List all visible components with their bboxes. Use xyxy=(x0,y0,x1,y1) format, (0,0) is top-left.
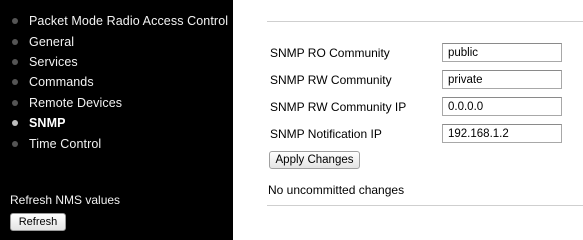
status-text: No uncommitted changes xyxy=(268,183,405,197)
bullet-icon xyxy=(12,18,18,25)
snmp-rw-community-ip-input[interactable] xyxy=(442,97,562,116)
sidebar-item-label: Services xyxy=(29,54,78,69)
sidebar-item-label: General xyxy=(29,34,75,49)
divider-bottom xyxy=(267,205,583,206)
snmp-ro-community-label: SNMP RO Community xyxy=(270,46,390,60)
snmp-notification-ip-label: SNMP Notification IP xyxy=(270,127,382,141)
bullet-icon xyxy=(12,79,18,86)
bullet-icon xyxy=(12,120,18,127)
bullet-icon xyxy=(12,38,18,45)
divider-top xyxy=(267,21,583,22)
snmp-ro-community-row: SNMP RO Community xyxy=(270,43,562,63)
snmp-ro-community-input[interactable] xyxy=(442,43,562,62)
sidebar-item-general[interactable]: General xyxy=(0,31,233,51)
sidebar-item-time-control[interactable]: Time Control xyxy=(0,133,233,153)
sidebar-item-label: Commands xyxy=(29,75,94,90)
sidebar-item-commands[interactable]: Commands xyxy=(0,72,233,92)
sidebar-item-label: Packet Mode Radio Access Control xyxy=(29,14,229,29)
snmp-rw-community-label: SNMP RW Community xyxy=(270,73,392,87)
refresh-button[interactable]: Refresh xyxy=(10,213,66,231)
apply-changes-button[interactable]: Apply Changes xyxy=(269,151,360,169)
sidebar-item-label: Time Control xyxy=(29,136,102,151)
bullet-icon xyxy=(12,140,18,147)
snmp-rw-community-input[interactable] xyxy=(442,70,562,89)
snmp-notification-ip-input[interactable] xyxy=(442,124,562,143)
sidebar-item-snmp[interactable]: SNMP xyxy=(0,113,233,133)
bullet-icon xyxy=(12,58,18,65)
sidebar-item-remote-devices[interactable]: Remote Devices xyxy=(0,93,233,113)
sidebar: Packet Mode Radio Access Control General… xyxy=(0,0,233,240)
sidebar-item-label: Remote Devices xyxy=(29,95,123,110)
snmp-rw-community-row: SNMP RW Community xyxy=(270,70,562,90)
main-panel: SNMP RO Community SNMP RW Community SNMP… xyxy=(233,0,583,240)
snmp-rw-community-ip-label: SNMP RW Community IP xyxy=(270,100,407,114)
sidebar-nav: Packet Mode Radio Access Control General… xyxy=(0,11,233,154)
refresh-nms-label: Refresh NMS values xyxy=(10,193,121,207)
sidebar-item-packet-mode-radio-access-control[interactable]: Packet Mode Radio Access Control xyxy=(0,11,233,31)
bullet-icon xyxy=(12,99,18,106)
snmp-notification-ip-row: SNMP Notification IP xyxy=(270,124,562,144)
sidebar-item-label: SNMP xyxy=(29,116,66,131)
sidebar-item-services[interactable]: Services xyxy=(0,52,233,72)
snmp-rw-community-ip-row: SNMP RW Community IP xyxy=(270,97,562,117)
